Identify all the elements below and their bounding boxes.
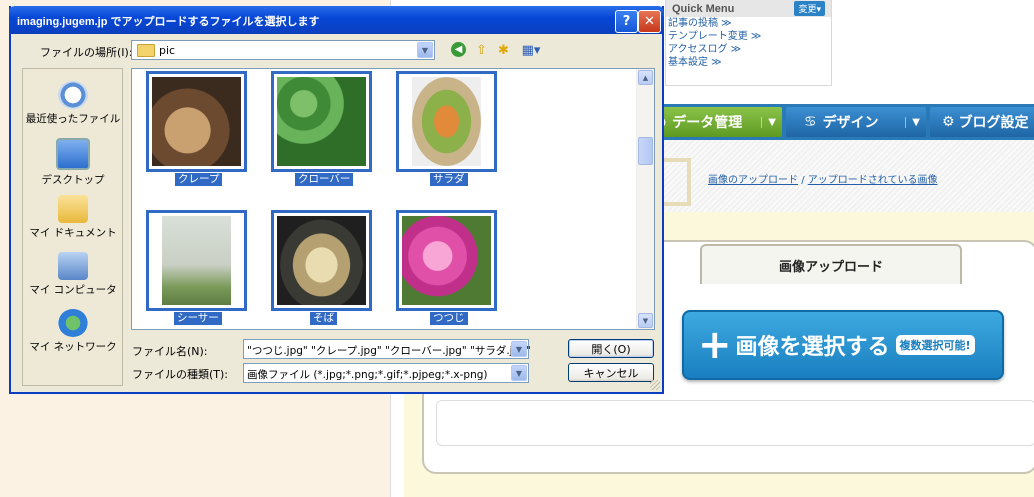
- place-my-computer-label: マイ コンピュータ: [29, 284, 117, 296]
- file-open-dialog: imaging.jugem.jp でアップロードするファイルを選択します ? ✕…: [9, 6, 664, 394]
- plus-icon: +: [698, 322, 732, 368]
- salad-image: [412, 77, 481, 166]
- nav-blog-settings-label: ブログ設定: [958, 115, 1029, 131]
- file-caption-clover[interactable]: クローバー: [295, 173, 354, 186]
- soba-image: [277, 216, 366, 305]
- nav-data-management-label: データ管理: [672, 115, 743, 131]
- chevron-down-icon[interactable]: ▼: [761, 116, 776, 128]
- file-list-scrollbar[interactable]: ▲ ▼: [636, 69, 654, 329]
- file-thumbnail-azalea[interactable]: [396, 210, 497, 311]
- file-type-dropdown[interactable]: 画像ファイル (*.jpg;*.png;*.gif;*.pjpeg;*.x-pn…: [243, 363, 529, 383]
- main-nav-bar: ● データ管理 ▼ ♋ デザイン ▼ ⚙ ブログ設定: [650, 104, 1034, 140]
- folder-icon: [137, 43, 155, 57]
- nav-design-label: デザイン: [822, 115, 879, 131]
- file-thumbnail-crepe[interactable]: [146, 71, 247, 172]
- close-button[interactable]: ✕: [638, 10, 661, 33]
- file-thumbnail-salad[interactable]: [396, 71, 497, 172]
- new-folder-icon[interactable]: ✱: [495, 42, 512, 59]
- place-desktop-label: デスクトップ: [41, 174, 105, 186]
- place-my-network-label: マイ ネットワーク: [29, 341, 117, 353]
- nav-design[interactable]: ♋ デザイン ▼: [786, 107, 926, 137]
- quick-menu-link-template[interactable]: テンプレート変更 ≫: [668, 30, 831, 43]
- crepe-image: [152, 77, 241, 166]
- file-thumbnail-shisa[interactable]: [146, 210, 247, 311]
- breadcrumb-upload-link[interactable]: 画像のアップロード: [708, 175, 798, 186]
- azalea-image: [402, 216, 491, 305]
- tab-image-upload[interactable]: 画像アップロード: [700, 244, 962, 284]
- file-caption-soba[interactable]: そば: [310, 312, 337, 325]
- chevron-down-icon[interactable]: ▼: [417, 42, 433, 58]
- place-my-computer[interactable]: マイ コンピュータ: [23, 252, 123, 297]
- quick-menu: Quick Menu 変更▾ 記事の投稿 ≫ テンプレート変更 ≫ アクセスログ…: [665, 0, 832, 86]
- place-my-documents-label: マイ ドキュメント: [29, 227, 117, 239]
- look-in-dropdown[interactable]: pic ▼: [131, 40, 435, 60]
- chevron-down-icon[interactable]: ▼: [905, 116, 920, 128]
- upload-input-area[interactable]: [436, 400, 1034, 446]
- select-images-button[interactable]: + 画像を選択する 複数選択可能!: [682, 310, 1004, 380]
- file-name-value: "つつじ.jpg" "クレープ.jpg" "クローバー.jpg" "サラダ.jp…: [247, 345, 531, 357]
- chevron-down-icon[interactable]: ▼: [511, 341, 527, 357]
- place-recent-label: 最近使ったファイル: [25, 113, 121, 125]
- multiple-selection-badge: 複数選択可能!: [895, 335, 975, 355]
- help-button[interactable]: ?: [615, 10, 638, 33]
- desktop-icon: [56, 138, 90, 170]
- quick-menu-change-button[interactable]: 変更▾: [794, 1, 825, 16]
- gear-icon: ⚙: [942, 114, 955, 130]
- places-bar: 最近使ったファイル デスクトップ マイ ドキュメント マイ コンピュータ マイ …: [22, 68, 123, 386]
- file-name-label: ファイル名(N):: [132, 345, 208, 358]
- file-caption-salad[interactable]: サラダ: [430, 173, 468, 186]
- file-caption-azalea[interactable]: つつじ: [430, 312, 468, 325]
- breadcrumb-separator: /: [801, 175, 805, 186]
- my-network-icon: [58, 309, 88, 337]
- quick-menu-title: Quick Menu: [672, 2, 735, 15]
- clover-image: [277, 77, 366, 166]
- quick-menu-header: Quick Menu 変更▾: [666, 0, 831, 17]
- my-documents-icon: [58, 195, 88, 223]
- dialog-title: imaging.jugem.jp でアップロードするファイルを選択します: [17, 16, 320, 28]
- scrollbar-thumb[interactable]: [638, 137, 653, 165]
- up-folder-icon[interactable]: ⇧: [473, 42, 490, 59]
- palette-icon: ♋: [804, 114, 817, 130]
- place-desktop[interactable]: デスクトップ: [23, 138, 123, 187]
- scroll-up-icon[interactable]: ▲: [638, 70, 653, 85]
- file-name-input[interactable]: "つつじ.jpg" "クレープ.jpg" "クローバー.jpg" "サラダ.jp…: [243, 339, 531, 359]
- place-my-documents[interactable]: マイ ドキュメント: [23, 195, 123, 240]
- breadcrumb: 画像のアップロード / アップロードされている画像: [708, 171, 937, 186]
- select-images-label: 画像を選択する: [735, 335, 890, 360]
- nav-data-management[interactable]: ● データ管理 ▼: [650, 107, 782, 137]
- look-in-label: ファイルの場所(I):: [40, 46, 133, 59]
- quick-menu-link-settings[interactable]: 基本設定 ≫: [668, 56, 831, 69]
- file-thumbnail-clover[interactable]: [271, 71, 372, 172]
- open-button[interactable]: 開く(O): [568, 339, 654, 358]
- look-in-value: pic: [159, 43, 176, 57]
- file-type-label: ファイルの種類(T):: [132, 368, 229, 381]
- file-caption-crepe[interactable]: クレープ: [175, 173, 223, 186]
- back-arrow-icon[interactable]: ◀: [451, 42, 466, 57]
- chevron-down-icon[interactable]: ▼: [511, 365, 527, 381]
- shisa-image: [162, 216, 231, 305]
- quick-menu-link-post[interactable]: 記事の投稿 ≫: [668, 17, 831, 30]
- file-thumbnail-soba[interactable]: [271, 210, 372, 311]
- nav-blog-settings[interactable]: ⚙ ブログ設定: [930, 107, 1034, 137]
- views-menu-icon[interactable]: ▦▾: [519, 42, 543, 59]
- place-recent[interactable]: 最近使ったファイル: [23, 81, 123, 126]
- dialog-titlebar[interactable]: imaging.jugem.jp でアップロードするファイルを選択します ? ✕: [9, 6, 664, 34]
- resize-grip[interactable]: [650, 380, 660, 390]
- breadcrumb-uploaded-link[interactable]: アップロードされている画像: [808, 175, 938, 186]
- scroll-down-icon[interactable]: ▼: [638, 313, 653, 328]
- my-computer-icon: [58, 252, 88, 280]
- quick-menu-link-accesslog[interactable]: アクセスログ ≫: [668, 43, 831, 56]
- recent-documents-icon: [58, 81, 88, 109]
- file-caption-shisa[interactable]: シーサー: [174, 312, 222, 325]
- cancel-button[interactable]: キャンセル: [568, 363, 654, 382]
- file-type-value: 画像ファイル (*.jpg;*.png;*.gif;*.pjpeg;*.x-pn…: [247, 369, 488, 381]
- file-thumbnail-list: クレープ クローバー サラダ シーサー そば つつじ ▲ ▼: [131, 68, 655, 330]
- place-my-network[interactable]: マイ ネットワーク: [23, 309, 123, 354]
